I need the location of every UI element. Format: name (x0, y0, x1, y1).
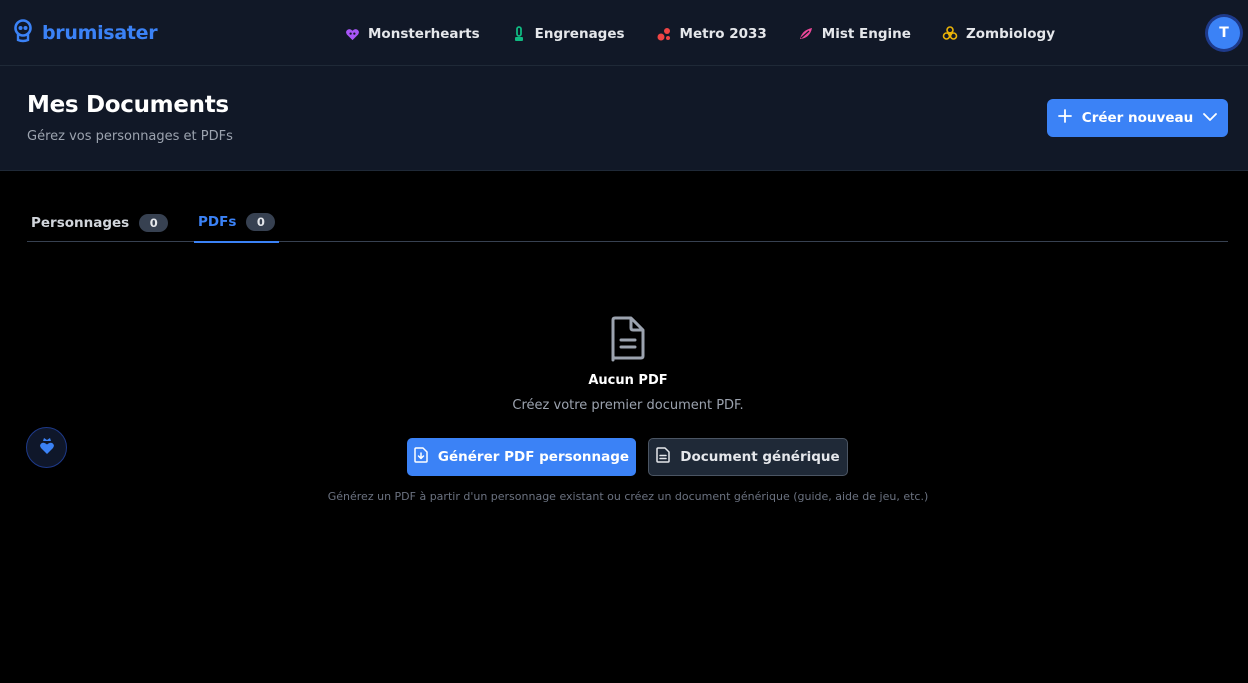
floating-heart-button[interactable] (26, 427, 67, 468)
nav-item-label: Metro 2033 (679, 26, 767, 42)
user-avatar-button[interactable]: T (1205, 14, 1243, 52)
chevron-down-icon (1203, 110, 1218, 126)
generate-character-pdf-label: Générer PDF personnage (437, 449, 630, 465)
game-nav: Monsterhearts Engrenages Metro 2033 Mist… (343, 22, 1085, 46)
tab-count-badge: 0 (246, 213, 276, 231)
tab-pdfs[interactable]: PDFs 0 (194, 203, 280, 243)
tab-label: PDFs (198, 214, 237, 230)
monsterhearts-icon (343, 25, 361, 43)
empty-state-hint: Générez un PDF à partir d'un personnage … (327, 490, 929, 503)
nav-item-label: Zombiology (965, 26, 1056, 42)
generic-document-button[interactable]: Document générique (648, 438, 848, 476)
brand-name: brumisater (42, 22, 158, 44)
page-header: Mes Documents Gérez vos personnages et P… (0, 66, 1248, 171)
crowned-heart-icon (38, 436, 56, 460)
mist-engine-icon (797, 25, 815, 43)
tab-label: Personnages (31, 214, 130, 231)
avatar-initial: T (1208, 17, 1240, 49)
tab-count-badge: 0 (139, 213, 169, 232)
page-title: Mes Documents (27, 92, 229, 118)
document-icon (608, 316, 648, 362)
empty-state-description: Créez votre premier document PDF. (512, 398, 744, 413)
document-tabs: Personnages 0 PDFs 0 (27, 203, 1228, 243)
create-new-button[interactable]: Créer nouveau (1047, 99, 1228, 137)
metro-icon (655, 25, 673, 43)
tab-personnages[interactable]: Personnages 0 (27, 203, 172, 242)
nav-item-monsterhearts[interactable]: Monsterhearts (343, 25, 480, 43)
nav-item-label: Monsterhearts (368, 26, 480, 42)
plus-icon (1057, 109, 1072, 127)
nav-item-zombiology[interactable]: Zombiology (941, 25, 1055, 43)
brand-skull-icon (12, 19, 34, 47)
engrenages-icon (510, 25, 528, 43)
empty-state-title: Aucun PDF (588, 373, 668, 388)
brand-logo-link[interactable]: brumisater (12, 19, 158, 47)
top-navbar: brumisater Monsterhearts Engrenages Metr… (0, 0, 1248, 66)
page-subtitle: Gérez vos personnages et PDFs (27, 129, 233, 144)
nav-item-label: Engrenages (534, 26, 625, 42)
file-text-icon (656, 447, 671, 467)
generic-document-label: Document générique (680, 449, 840, 465)
file-download-icon (414, 447, 428, 467)
nav-item-engrenages[interactable]: Engrenages (510, 25, 625, 43)
nav-item-label: Mist Engine (821, 26, 911, 42)
biohazard-icon (941, 25, 959, 43)
nav-item-metro-2033[interactable]: Metro 2033 (655, 25, 767, 43)
generate-character-pdf-button[interactable]: Générer PDF personnage (407, 438, 636, 476)
nav-item-mist-engine[interactable]: Mist Engine (797, 25, 911, 43)
create-new-label: Créer nouveau (1081, 110, 1194, 126)
